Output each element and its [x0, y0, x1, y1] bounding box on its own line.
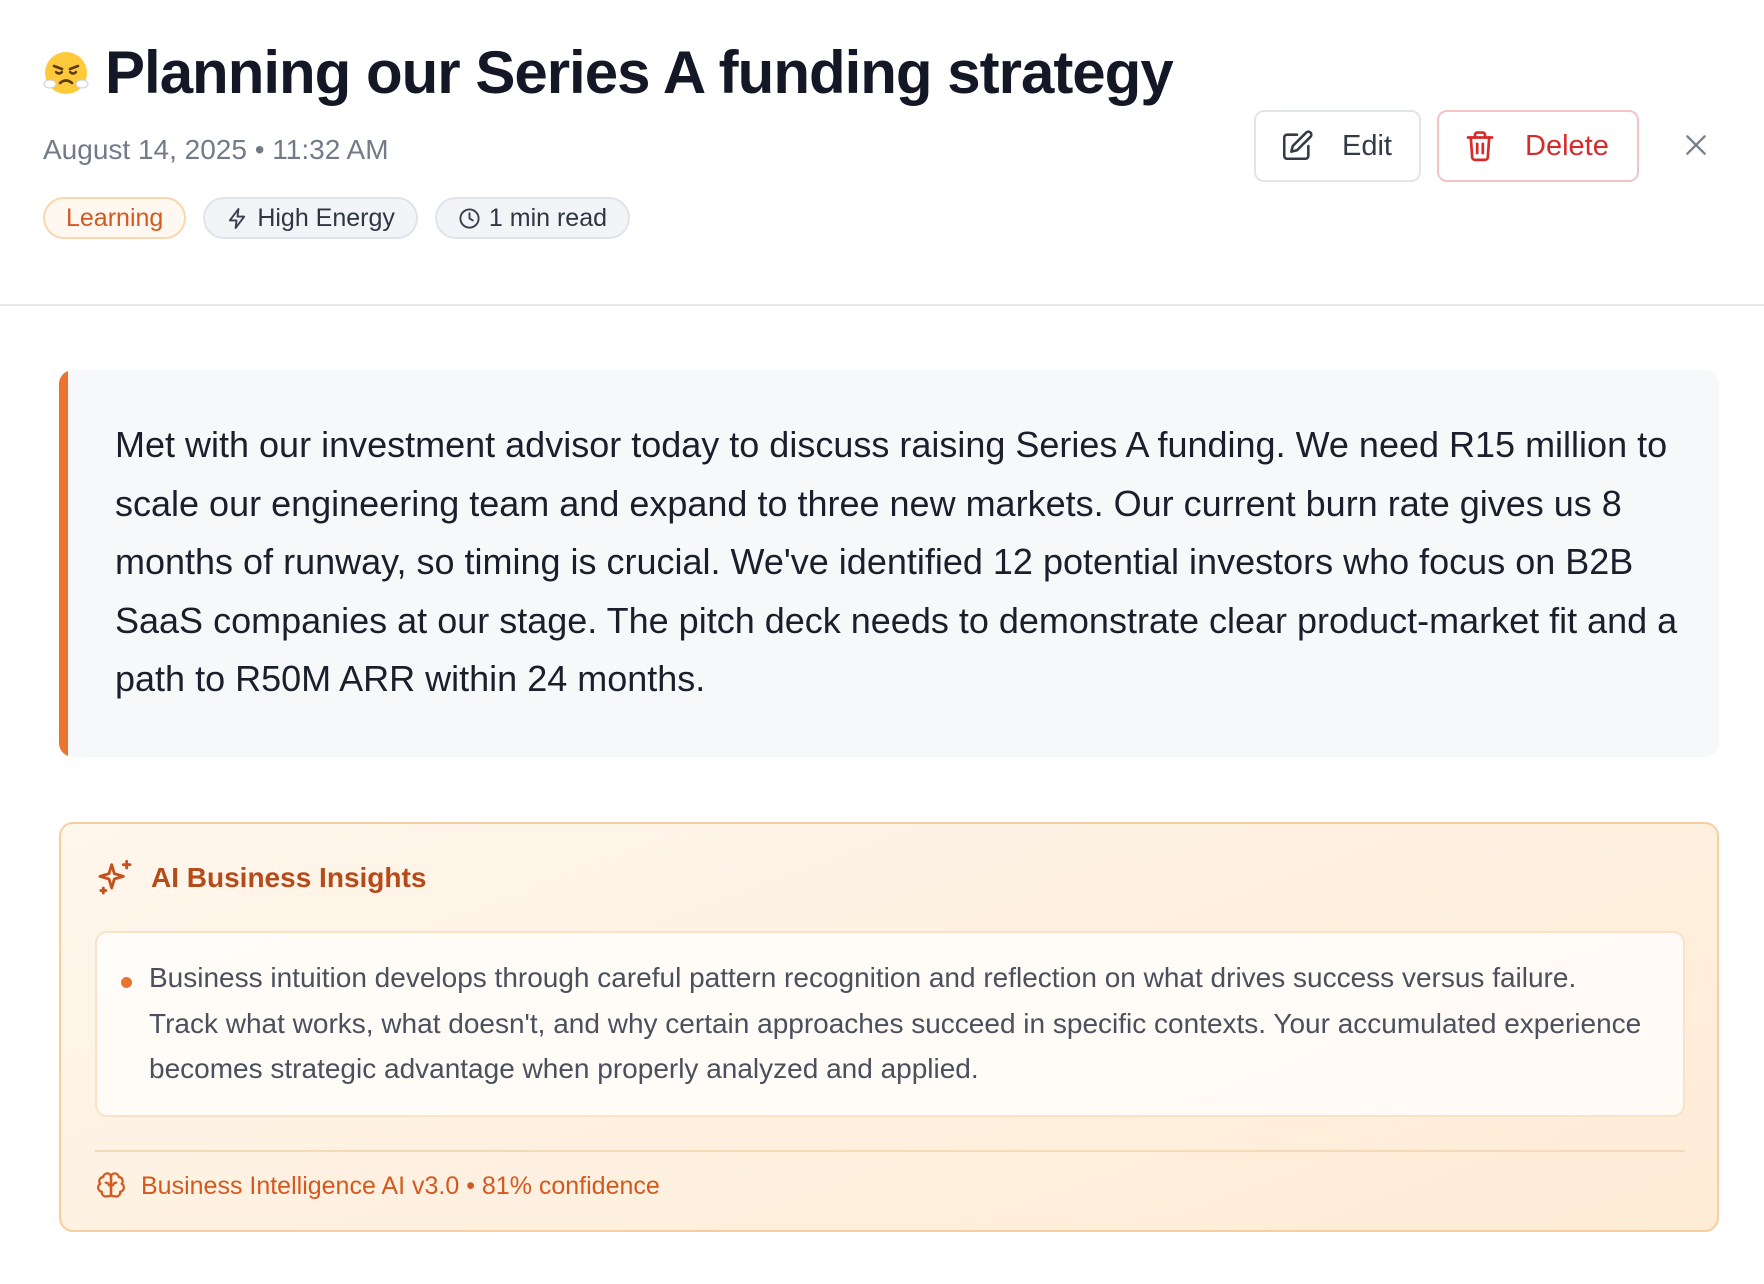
title-row: Planning our Series A funding strategy	[43, 38, 1174, 108]
delete-button[interactable]: Delete	[1437, 110, 1639, 182]
brain-icon	[96, 1172, 126, 1198]
ai-insights-title: AI Business Insights	[151, 862, 427, 893]
entry-content-card: Met with our investment advisor today to…	[59, 370, 1719, 757]
insight-item: Business intuition develops through care…	[95, 931, 1685, 1117]
ai-model-confidence: Business Intelligence AI v3.0 • 81% conf…	[141, 1171, 660, 1200]
entry-datetime: August 14, 2025 • 11:32 AM	[43, 134, 389, 165]
ai-insights-footer: Business Intelligence AI v3.0 • 81% conf…	[95, 1170, 660, 1202]
entry-accent-bar	[59, 370, 68, 757]
category-tag-label: Learning	[66, 203, 164, 232]
ai-insights-panel: AI Business Insights Business intuition …	[59, 822, 1719, 1232]
delete-button-label: Delete	[1525, 129, 1609, 162]
read-time-tag: 1 min read	[434, 197, 631, 239]
entry-body-text: Met with our investment advisor today to…	[115, 424, 1678, 699]
tag-list: Learning High Energy 1 min read	[43, 197, 631, 239]
clock-icon	[459, 207, 480, 229]
bullet-dot-icon	[121, 977, 132, 988]
trash-icon	[1466, 131, 1494, 162]
close-button[interactable]	[1679, 128, 1713, 162]
energy-tag-label: High Energy	[257, 203, 395, 232]
close-icon	[1686, 135, 1706, 155]
frustrated-face-emoji-icon	[43, 50, 89, 96]
edit-button-label: Edit	[1342, 129, 1392, 162]
insight-text: Business intuition develops through care…	[149, 962, 1642, 1084]
ai-insights-header: AI Business Insights	[95, 858, 426, 898]
energy-tag: High Energy	[203, 197, 418, 239]
entry-header: Planning our Series A funding strategy A…	[0, 0, 1764, 305]
edit-button[interactable]: Edit	[1254, 110, 1421, 182]
lightning-icon	[229, 207, 246, 229]
category-tag: Learning	[43, 197, 187, 239]
edit-icon	[1282, 130, 1313, 161]
insights-divider	[95, 1150, 1685, 1152]
header-divider	[0, 304, 1764, 306]
read-time-tag-label: 1 min read	[488, 203, 608, 232]
page-title: Planning our Series A funding strategy	[105, 39, 1174, 106]
sparkles-icon	[98, 859, 132, 895]
